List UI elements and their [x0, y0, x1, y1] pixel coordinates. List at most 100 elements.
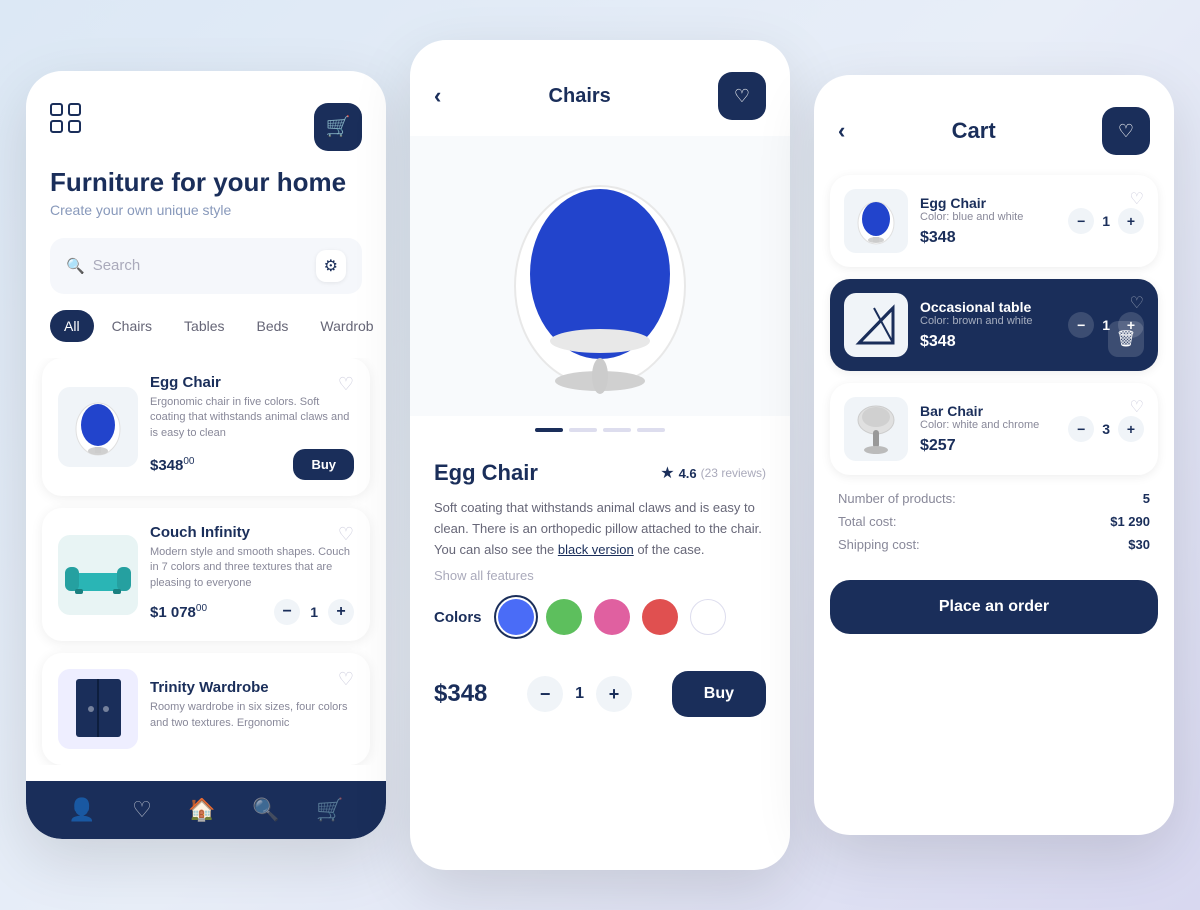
wishlist-button[interactable]: ♡: [1130, 293, 1144, 313]
increase-button[interactable]: +: [328, 599, 354, 625]
list-item: ♡ Egg Chair Ergonomic chair in five colo…: [42, 358, 370, 496]
back-button[interactable]: ‹: [838, 118, 845, 144]
decrease-button[interactable]: −: [1068, 416, 1094, 442]
increase-button[interactable]: +: [1118, 416, 1144, 442]
wishlist-button[interactable]: ♡: [1130, 397, 1144, 417]
filter-icon[interactable]: ⚙: [316, 250, 346, 282]
cart-item-info: Occasional table Color: brown and white …: [920, 299, 1056, 351]
product-desc: Ergonomic chair in five colors. Soft coa…: [150, 395, 354, 441]
wishlist-button[interactable]: ♡: [338, 524, 354, 545]
decrease-button[interactable]: −: [1068, 208, 1094, 234]
detail-title: Chairs: [549, 85, 611, 108]
buy-button[interactable]: Buy: [293, 449, 354, 480]
detail-bottom: $348 − 1 + Buy: [410, 671, 790, 741]
detail-content: Egg Chair ★ 4.6 (23 reviews) Soft coatin…: [410, 444, 790, 671]
total-value: $1 290: [1110, 514, 1150, 529]
cart-screen: ‹ Cart ♡ ♡ Egg Chair Color: blue an: [814, 75, 1174, 835]
detail-header: ‹ Chairs ♡: [410, 40, 790, 136]
browse-screen: 🛒 Furniture for your home Create your ow…: [26, 71, 386, 840]
nav-home[interactable]: 🏠: [188, 797, 215, 823]
increase-button[interactable]: +: [1118, 208, 1144, 234]
increase-button[interactable]: +: [596, 676, 632, 712]
total-cost-row: Total cost: $1 290: [838, 514, 1150, 529]
cart-item-color: Color: blue and white: [920, 211, 1056, 223]
cart-item-info: Egg Chair Color: blue and white $348: [920, 195, 1056, 247]
tab-beds[interactable]: Beds: [243, 310, 303, 342]
cart-title: Cart: [952, 118, 996, 144]
color-green[interactable]: [546, 599, 582, 635]
quantity-value: 1: [1102, 213, 1110, 229]
title-area: Furniture for your home Create your own …: [26, 167, 386, 238]
product-price: $34800: [150, 456, 195, 474]
color-white[interactable]: [690, 599, 726, 635]
egg-chair-cart-icon: [851, 196, 901, 246]
dot-2[interactable]: [569, 428, 597, 432]
product-image: [58, 387, 138, 467]
tab-all[interactable]: All: [50, 310, 94, 342]
tab-tables[interactable]: Tables: [170, 310, 238, 342]
star-icon: ★: [660, 463, 674, 483]
list-item: ♡ Couch Infinity Modern style and smooth…: [42, 508, 370, 641]
product-image: [58, 669, 138, 749]
search-icon: 🔍: [66, 257, 85, 275]
total-label: Total cost:: [838, 514, 897, 529]
products-label: Number of products:: [838, 491, 956, 506]
color-pink[interactable]: [594, 599, 630, 635]
cart-item-color: Color: white and chrome: [920, 419, 1056, 431]
grid-icon[interactable]: [50, 103, 82, 133]
delete-button[interactable]: 🗑: [1108, 321, 1144, 357]
decrease-button[interactable]: −: [527, 676, 563, 712]
wishlist-button[interactable]: ♡: [1130, 189, 1144, 209]
nav-profile[interactable]: 👤: [68, 797, 95, 823]
cart-item-price: $348: [920, 333, 1056, 351]
product-main-image: [490, 156, 710, 396]
black-version-link[interactable]: black version: [558, 542, 634, 557]
buy-button[interactable]: Buy: [672, 671, 766, 717]
shipping-label: Shipping cost:: [838, 537, 920, 552]
products-count-row: Number of products: 5: [838, 491, 1150, 506]
dot-1[interactable]: [535, 428, 563, 432]
rating-value: 4.6: [679, 466, 697, 481]
quantity-control: − 3 +: [1068, 416, 1144, 442]
product-image-area: [410, 136, 790, 416]
product-name: Trinity Wardrobe: [150, 679, 354, 696]
place-order-button[interactable]: Place an order: [830, 580, 1158, 634]
search-bar[interactable]: 🔍 Search ⚙: [50, 238, 362, 294]
image-dots: [410, 416, 790, 444]
nav-cart[interactable]: 🛒: [316, 797, 343, 823]
nav-search[interactable]: 🔍: [252, 797, 279, 823]
app-title: Furniture for your home: [50, 167, 362, 198]
decrease-button[interactable]: −: [274, 599, 300, 625]
products-list: ♡ Egg Chair Ergonomic chair in five colo…: [26, 358, 386, 765]
quantity-control: − 1 +: [274, 599, 354, 625]
decrease-button[interactable]: −: [1068, 312, 1094, 338]
product-info: Trinity Wardrobe Roomy wardrobe in six s…: [150, 679, 354, 739]
product-price: $1 07800: [150, 603, 207, 621]
product-desc: Roomy wardrobe in six sizes, four colors…: [150, 700, 354, 731]
shipping-cost-row: Shipping cost: $30: [838, 537, 1150, 552]
table-cart-icon: [849, 298, 903, 352]
cart-summary: Number of products: 5 Total cost: $1 290…: [814, 475, 1174, 568]
back-button[interactable]: ‹: [434, 83, 441, 109]
search-placeholder: Search: [93, 257, 141, 274]
quantity-value: 1: [310, 604, 318, 620]
wishlist-button[interactable]: ♡: [338, 374, 354, 395]
product-image: [58, 535, 138, 615]
cart-button[interactable]: 🛒: [314, 103, 362, 151]
shipping-value: $30: [1128, 537, 1150, 552]
wishlist-button[interactable]: ♡: [338, 669, 354, 690]
tab-wardrobes[interactable]: Wardrob: [306, 310, 386, 342]
dot-4[interactable]: [637, 428, 665, 432]
dot-3[interactable]: [603, 428, 631, 432]
nav-wishlist[interactable]: ♡: [132, 797, 152, 823]
wishlist-button[interactable]: ♡: [1102, 107, 1150, 155]
color-red[interactable]: [642, 599, 678, 635]
app-subtitle: Create your own unique style: [50, 202, 362, 218]
screen1-header: 🛒: [26, 71, 386, 167]
tab-chairs[interactable]: Chairs: [98, 310, 166, 342]
color-blue[interactable]: [498, 599, 534, 635]
show-features-link[interactable]: Show all features: [434, 568, 766, 583]
product-info: Egg Chair Ergonomic chair in five colors…: [150, 374, 354, 480]
bar-chair-cart-icon: [851, 402, 901, 456]
wishlist-button[interactable]: ♡: [718, 72, 766, 120]
